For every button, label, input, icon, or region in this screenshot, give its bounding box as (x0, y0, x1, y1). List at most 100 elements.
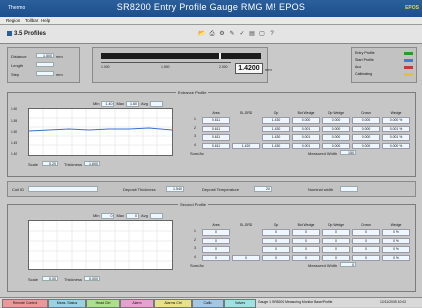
settings-icon[interactable]: ⚙ (218, 30, 226, 38)
second-min-input[interactable]: 0 (101, 213, 115, 219)
entry-profile-line (28, 127, 173, 132)
step-input[interactable] (36, 71, 54, 76)
second-scale-input[interactable]: 0.00 (42, 276, 58, 281)
nominal-width-input[interactable] (340, 186, 358, 192)
table-cell: 0.000 (352, 134, 380, 141)
second-range-fields: Min 0 Max 0 Avg (93, 213, 163, 219)
second-scale-label: Scale (28, 277, 39, 282)
second-row-label: 2 (194, 237, 196, 242)
toolbar-icons: 📂 ⎙ ⚙ ✎ ✓ ▤ ▢ ? (198, 30, 276, 39)
table-cell: 0 (262, 246, 290, 253)
title-bar: Thermo SR8200 Entry Profile Gauge RMG M!… (0, 0, 422, 17)
table-cell (232, 229, 260, 236)
table-cell: 0 (202, 254, 230, 261)
table-cell: 0.001 % (382, 134, 410, 141)
table-cell: 0 (352, 229, 380, 236)
table-cell: 1.430 (262, 117, 290, 124)
table-cell: 0 (202, 246, 230, 253)
table-cell: 0.611 (202, 117, 230, 124)
entry-sum-label: Sum/Av (190, 151, 204, 156)
entry-profile-plot (28, 108, 173, 156)
entry-row-label: 3 (194, 134, 196, 138)
second-max-label: Max (116, 213, 125, 218)
entry-max-label: Max (116, 101, 125, 106)
deposit-thickness-input[interactable]: 1.540 (166, 186, 184, 192)
ruler-axis (101, 62, 231, 63)
entrance-profile-title: Entrance Profile (176, 90, 209, 95)
second-row-label: 4 (194, 254, 196, 259)
print-icon[interactable]: ⎙ (208, 30, 216, 38)
second-profile-plot (28, 220, 173, 270)
table-cell: 0 (322, 254, 350, 261)
menu-bar: Region Tollbar Help (0, 17, 422, 25)
gauge-panel: 1.000 1.500 2.000 1.4200 mm (92, 47, 272, 83)
brand-logo-right: EPOS (405, 5, 419, 11)
measured-unit: mm (265, 67, 272, 72)
distance-input[interactable]: 1.500 (36, 53, 54, 58)
open-icon[interactable]: 📂 (198, 30, 206, 38)
second-max-input[interactable]: 0 (126, 213, 140, 219)
table-cell: 0 (202, 229, 230, 236)
table-cell: 0 (292, 254, 320, 261)
entry-ytick-1: 1.60 (11, 107, 18, 111)
table-cell: 0.000 (322, 117, 350, 124)
table-cell: 0.000 (322, 125, 350, 132)
entry-max-input[interactable]: 1.60 (126, 101, 140, 107)
entry-col-slsrd: SL-SRD (239, 111, 253, 115)
length-input[interactable] (36, 62, 54, 67)
nominal-width-label: Nominal width (308, 187, 334, 192)
second-col-opwedge: Op Wedge (327, 223, 345, 227)
table-cell: 0 (232, 254, 260, 261)
check-icon[interactable]: ✓ (238, 30, 246, 38)
table-cell: 0.000 (352, 125, 380, 132)
entry-table: Area SL-SRD Op Bot Wedge Op Wedge Crown … (190, 111, 410, 156)
second-row-label: 1 (194, 229, 196, 233)
menu-tollbar[interactable]: Tollbar (25, 18, 38, 23)
tools-icon[interactable]: ✎ (228, 30, 236, 38)
entry-ytick-2: 1.55 (11, 119, 18, 123)
position-marker[interactable] (219, 53, 221, 59)
second-col-crown: Crown (361, 223, 371, 227)
entry-col-op: Op (273, 111, 279, 115)
table-cell: 0 (322, 246, 350, 253)
table-cell: 0 (352, 254, 380, 261)
legend-calibrating: Calibrating (355, 72, 373, 76)
menu-region[interactable]: Region (6, 18, 20, 23)
entry-col-area: Area (212, 111, 220, 115)
table-cell: 0.000 (352, 117, 380, 124)
second-profile-title: Second Profile (178, 202, 209, 207)
deposit-temperature-input[interactable]: 20 (254, 186, 272, 192)
table-cell: 1.430 (262, 125, 290, 132)
entry-avg-input[interactable] (149, 101, 163, 107)
table-cell: 0 (262, 229, 290, 236)
entry-thickness-label: Thickness (64, 162, 83, 167)
coil-id-input[interactable] (28, 186, 98, 192)
window-icon[interactable]: ▢ (258, 30, 266, 38)
second-measured-width-value: 0 (340, 262, 356, 267)
table-cell: 0 % (382, 229, 410, 236)
entry-min-label: Min (93, 101, 100, 106)
second-profile-chart (29, 221, 172, 269)
second-avg-input[interactable] (149, 213, 163, 219)
entrance-profile-section: Entrance Profile Min 1.40 Max 1.60 Avg 1… (7, 90, 416, 177)
menu-help[interactable]: Help (41, 18, 50, 23)
table-cell: 0 (352, 246, 380, 253)
table-cell: 0 (262, 254, 290, 261)
second-thickness-input[interactable]: 0.000 (84, 276, 100, 281)
tab-profiles[interactable]: 3.5 Profiles (7, 31, 46, 37)
entry-min-input[interactable]: 1.40 (101, 101, 115, 107)
help-icon[interactable]: ? (268, 30, 276, 38)
legend-swatch-calibrating (404, 73, 413, 76)
distance-label: Distance (11, 54, 27, 59)
entry-col-wedge: Wedge (390, 111, 402, 115)
chart-icon[interactable]: ▤ (248, 30, 256, 38)
legend-swatch-entry (404, 52, 413, 55)
table-cell: 0.611 (202, 125, 230, 132)
deposit-thickness-label: Deposit Thickness (123, 187, 156, 192)
entry-range-fields: Min 1.40 Max 1.60 Avg (93, 101, 163, 107)
entry-scale-input[interactable]: 0.20 (42, 161, 58, 166)
table-cell (232, 134, 260, 141)
entry-col-crown: Crown (361, 111, 371, 115)
step-label: Step (11, 72, 20, 77)
entry-thickness-input[interactable]: 1.600 (84, 161, 100, 166)
